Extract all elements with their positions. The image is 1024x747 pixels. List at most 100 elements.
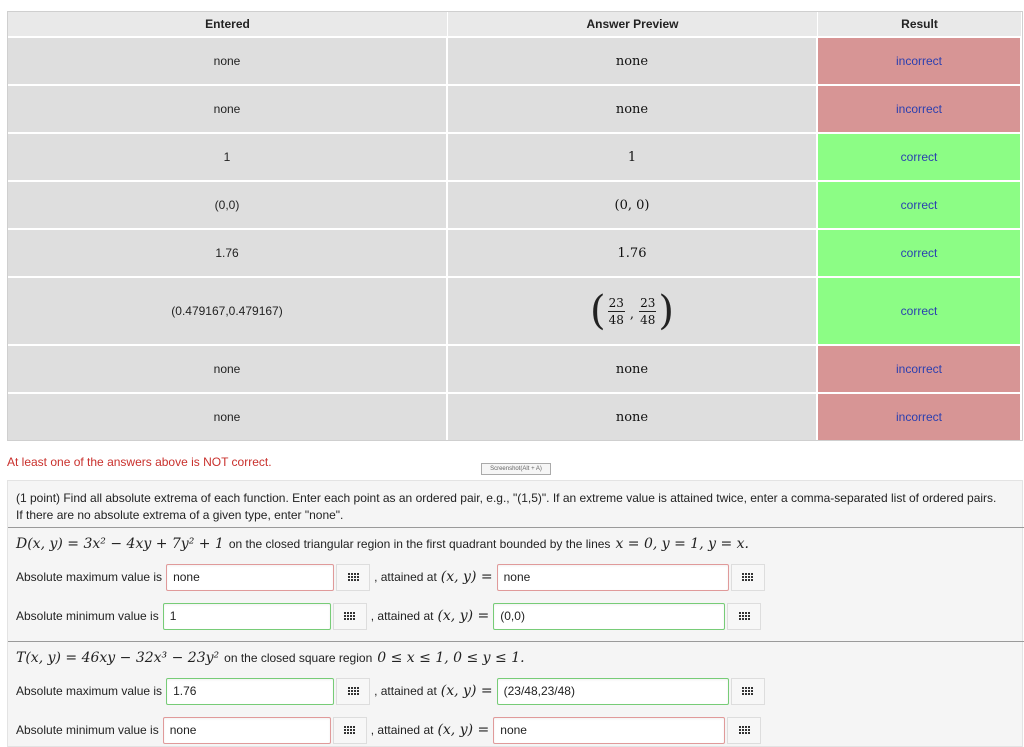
part1-statement: D(x, y) = 3x² − 4xy + 7y² + 1 on the clo… xyxy=(16,533,749,555)
result-cell: incorrect xyxy=(818,38,1022,84)
math-keyboard-button[interactable] xyxy=(336,563,371,591)
preview-cell: (0, 0) xyxy=(448,182,818,228)
part2-max-value-input[interactable]: 1.76 xyxy=(166,677,335,705)
entered-cell: 1 xyxy=(8,134,448,180)
preview-cell: ( 23 48 , 23 48 ) xyxy=(448,278,818,344)
divider xyxy=(8,641,1024,642)
result-cell: correct xyxy=(818,278,1022,344)
result-cell: incorrect xyxy=(818,394,1022,440)
keyboard-icon xyxy=(742,687,754,695)
math-keyboard-button[interactable] xyxy=(332,716,367,744)
math-keyboard-button[interactable] xyxy=(336,677,371,705)
screenshot-tooltip: Screenshot(Alt + A) xyxy=(481,463,551,475)
results-table: Entered Answer Preview Result none none … xyxy=(7,11,1023,441)
table-row: (0,0) (0, 0) correct xyxy=(8,180,1022,228)
part1-function: D(x, y) = 3x² − 4xy + 7y² + 1 xyxy=(16,536,224,552)
part2-min-point-input[interactable]: none xyxy=(493,716,726,744)
part2-statement: T(x, y) = 46xy − 32x³ − 23y² on the clos… xyxy=(16,647,525,669)
fraction: 23 48 xyxy=(639,295,657,327)
part2-region-text: on the closed square region xyxy=(224,651,373,665)
part1-max-row: Absolute maximum value is none , attaine… xyxy=(16,563,769,591)
part2-max-at-label: , attained at xyxy=(374,684,437,698)
entered-cell: (0.479167,0.479167) xyxy=(8,278,448,344)
part1-min-label: Absolute minimum value is xyxy=(16,609,159,623)
result-cell: incorrect xyxy=(818,346,1022,392)
result-cell: correct xyxy=(818,182,1022,228)
math-keyboard-button[interactable] xyxy=(332,602,367,630)
part1-region-text: on the closed triangular region in the f… xyxy=(228,537,611,551)
keyboard-icon xyxy=(738,612,750,620)
part2-min-at-label: , attained at xyxy=(370,723,434,737)
part1-max-at-math: (x, y) = xyxy=(440,569,493,585)
part2-min-value-input[interactable]: none xyxy=(162,716,331,744)
table-row: 1 1 correct xyxy=(8,132,1022,180)
preview-cell: none xyxy=(448,38,818,84)
keyboard-icon xyxy=(347,573,359,581)
math-keyboard-button[interactable] xyxy=(727,716,762,744)
status-message: At least one of the answers above is NOT… xyxy=(7,455,272,469)
keyboard-icon xyxy=(344,612,356,620)
preview-cell: none xyxy=(448,394,818,440)
numerator: 23 xyxy=(639,295,657,312)
keyboard-icon xyxy=(344,726,356,734)
part2-max-at-math: (x, y) = xyxy=(440,683,493,699)
keyboard-icon xyxy=(742,573,754,581)
header-answer-preview: Answer Preview xyxy=(448,12,818,36)
part1-region-math: x = 0, y = 1, y = x. xyxy=(615,536,750,552)
numerator: 23 xyxy=(607,295,625,312)
part2-min-label: Absolute minimum value is xyxy=(16,723,159,737)
header-result: Result xyxy=(818,12,1022,36)
problem-panel: (1 point) Find all absolute extrema of e… xyxy=(7,480,1024,747)
part1-max-value-input[interactable]: none xyxy=(166,563,335,591)
math-keyboard-button[interactable] xyxy=(730,677,765,705)
problem-intro: (1 point) Find all absolute extrema of e… xyxy=(16,491,997,522)
preview-cell: 1.76 xyxy=(448,230,818,276)
comma: , xyxy=(629,306,635,322)
part1-min-value-input[interactable]: 1 xyxy=(162,602,331,630)
right-paren: ) xyxy=(658,288,674,334)
table-row: none none incorrect xyxy=(8,392,1022,440)
result-cell: incorrect xyxy=(818,86,1022,132)
keyboard-icon xyxy=(738,726,750,734)
part1-min-at-math: (x, y) = xyxy=(437,608,490,624)
math-keyboard-button[interactable] xyxy=(730,563,765,591)
part2-min-at-math: (x, y) = xyxy=(437,722,490,738)
denominator: 48 xyxy=(640,312,656,327)
part1-min-at-label: , attained at xyxy=(370,609,434,623)
table-row: none none incorrect xyxy=(8,36,1022,84)
part1-max-label: Absolute maximum value is xyxy=(16,570,163,584)
fraction: 23 48 xyxy=(607,295,625,327)
fraction-pair-preview: ( 23 48 , 23 48 ) xyxy=(590,291,674,331)
part2-function: T(x, y) = 46xy − 32x³ − 23y² xyxy=(16,650,220,666)
part2-max-label: Absolute maximum value is xyxy=(16,684,163,698)
entered-cell: (0,0) xyxy=(8,182,448,228)
table-row: none none incorrect xyxy=(8,344,1022,392)
entered-cell: none xyxy=(8,346,448,392)
part2-max-point-input[interactable]: (23/48,23/48) xyxy=(496,677,729,705)
entered-cell: none xyxy=(8,394,448,440)
entered-cell: 1.76 xyxy=(8,230,448,276)
part2-max-row: Absolute maximum value is 1.76 , attaine… xyxy=(16,677,769,705)
entered-cell: none xyxy=(8,38,448,84)
table-row: (0.479167,0.479167) ( 23 48 , 23 48 ) co… xyxy=(8,276,1022,344)
math-keyboard-button[interactable] xyxy=(727,602,762,630)
part1-max-at-label: , attained at xyxy=(374,570,437,584)
result-cell: correct xyxy=(818,134,1022,180)
entered-cell: none xyxy=(8,86,448,132)
denominator: 48 xyxy=(608,312,624,327)
part1-min-row: Absolute minimum value is 1 , attained a… xyxy=(16,602,765,630)
part1-min-point-input[interactable]: (0,0) xyxy=(493,602,726,630)
part2-min-row: Absolute minimum value is none , attaine… xyxy=(16,716,765,744)
keyboard-icon xyxy=(347,687,359,695)
table-row: 1.76 1.76 correct xyxy=(8,228,1022,276)
preview-cell: none xyxy=(448,86,818,132)
part1-max-point-input[interactable]: none xyxy=(496,563,729,591)
results-header-row: Entered Answer Preview Result xyxy=(8,12,1022,36)
header-entered: Entered xyxy=(8,12,448,36)
part2-region-math: 0 ≤ x ≤ 1, 0 ≤ y ≤ 1. xyxy=(377,650,525,666)
preview-cell: none xyxy=(448,346,818,392)
preview-cell: 1 xyxy=(448,134,818,180)
divider xyxy=(8,527,1024,528)
table-row: none none incorrect xyxy=(8,84,1022,132)
left-paren: ( xyxy=(590,288,606,334)
